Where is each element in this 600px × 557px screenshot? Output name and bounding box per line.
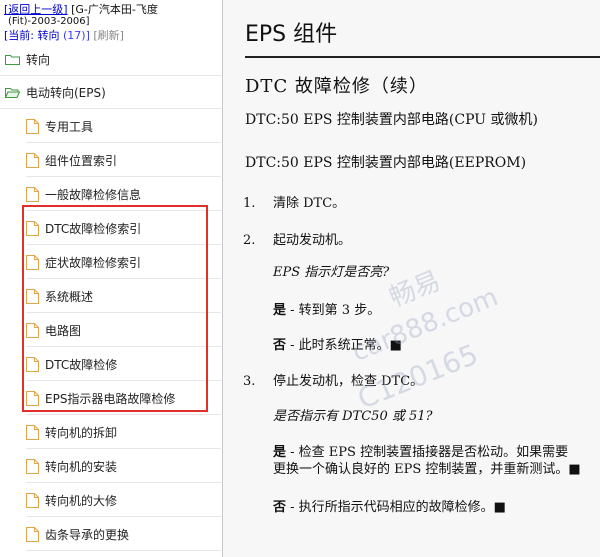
document-icon	[26, 118, 39, 134]
tree-item-label: 系统概述	[45, 289, 94, 304]
tree-item-label: DTC故障检修索引	[45, 221, 142, 236]
document-icon	[26, 492, 39, 508]
tree-item-system-overview[interactable]: 系统概述	[26, 280, 221, 313]
document-icon	[26, 152, 39, 168]
answer-yes-2-cont: 更换一个确认良好的 EPS 控制装置，并重新测试。■	[273, 462, 581, 477]
answer-yes-1: 是 - 转到第 3 步。	[273, 302, 380, 319]
step-text: 停止发动机，检查 DTC。	[273, 374, 424, 389]
current-label: [当前: 转向	[4, 29, 60, 42]
tree-folder-label: 电动转向(EPS)	[26, 85, 106, 100]
step-3: 3. 停止发动机，检查 DTC。	[243, 373, 423, 390]
document-icon	[26, 322, 39, 338]
dtc-heading-cpu: DTC:50 EPS 控制装置内部电路(CPU 或微机)	[245, 112, 538, 128]
tree-item-label: 专用工具	[45, 119, 94, 134]
tree-item-label: 转向机的大修	[45, 493, 118, 508]
tree-item-dtc-troubleshooting[interactable]: DTC故障检修	[26, 348, 221, 381]
tree-item-label: EPS指示器电路故障检修	[45, 391, 176, 406]
tree-item-dtc-index[interactable]: DTC故障检修索引	[26, 212, 221, 245]
back-link[interactable]: [返回上一级]	[4, 3, 68, 16]
step-2: 2. 起动发动机。	[243, 232, 351, 249]
answer-text: - 此时系统正常。■	[286, 338, 402, 353]
document-icon	[26, 356, 39, 372]
dtc-heading-eeprom: DTC:50 EPS 控制装置内部电路(EEPROM)	[245, 155, 527, 171]
tree-item-circuit-diagram[interactable]: 电路图	[26, 314, 221, 347]
folder-open-icon	[5, 87, 20, 98]
breadcrumb: [返回上一级] [G-广汽本田-飞度	[4, 3, 158, 16]
tree-item-label: 转向机的安装	[45, 459, 118, 474]
answer-text: - 转到第 3 步。	[286, 303, 381, 318]
document-icon	[26, 424, 39, 440]
watermark-brand: 畅易	[385, 266, 445, 314]
folder-icon	[5, 54, 20, 65]
current-location: [当前: 转向 (17)] [刷新]	[4, 29, 124, 42]
document-icon	[26, 220, 39, 236]
document-icon	[26, 458, 39, 474]
question-2: 是否指示有 DTC50 或 51?	[273, 409, 433, 424]
vehicle-label: [G-广汽本田-飞度	[71, 3, 158, 16]
tree-item-rack-guide-replacement[interactable]: 齿条导承的更换	[26, 518, 221, 551]
document-icon	[26, 254, 39, 270]
document-title: EPS 组件	[245, 22, 338, 47]
tree-item-gearbox-overhaul[interactable]: 转向机的大修	[26, 484, 221, 517]
section-title: DTC 故障检修（续）	[245, 76, 428, 97]
yes-label: 是	[273, 303, 287, 318]
tree-item-eps-indicator-circuit[interactable]: EPS指示器电路故障检修	[26, 382, 221, 415]
answer-no-1: 否 - 此时系统正常。■	[273, 337, 402, 354]
tree-item-label: 转向机的拆卸	[45, 425, 118, 440]
tree-item-component-location[interactable]: 组件位置索引	[26, 144, 221, 177]
tree-item-label: DTC故障检修	[45, 357, 118, 372]
title-divider	[245, 56, 600, 58]
question-1: EPS 指示灯是否亮?	[273, 265, 390, 280]
tree-item-label: 齿条导承的更换	[45, 527, 130, 542]
tree-item-general-troubleshooting[interactable]: 一般故障检修信息	[26, 178, 221, 211]
answer-yes-2: 是 - 检查 EPS 控制装置插接器是否松动。如果需要	[273, 444, 568, 461]
yes-label: 是	[273, 445, 287, 460]
answer-text: - 检查 EPS 控制装置插接器是否松动。如果需要	[286, 445, 569, 460]
document-icon	[26, 186, 39, 202]
tree-item-gearbox-install[interactable]: 转向机的安装	[26, 450, 221, 483]
document-icon	[26, 390, 39, 406]
tree-item-label: 电路图	[45, 323, 82, 338]
tree-pane: [返回上一级] [G-广汽本田-飞度 (Fit)-2003-2006] [当前:…	[0, 0, 223, 557]
document-pane: EPS 组件 DTC 故障检修（续） DTC:50 EPS 控制装置内部电路(C…	[223, 0, 600, 557]
tree-folder-steering[interactable]: 转向	[0, 43, 221, 76]
no-label: 否	[273, 338, 287, 353]
no-label: 否	[273, 500, 287, 515]
document-icon	[26, 288, 39, 304]
step-text: 清除 DTC。	[273, 196, 346, 211]
answer-no-2: 否 - 执行所指示代码相应的故障检修。■	[273, 499, 506, 516]
tree-item-symptom-index[interactable]: 症状故障检修索引	[26, 246, 221, 279]
tree-folder-eps[interactable]: 电动转向(EPS)	[0, 76, 221, 109]
tree-item-gearbox-removal[interactable]: 转向机的拆卸	[26, 416, 221, 449]
tree-folder-label: 转向	[26, 52, 51, 67]
watermark-site: car888.com	[348, 282, 503, 368]
refresh-link[interactable]: [刷新]	[93, 29, 124, 42]
vehicle-years: (Fit)-2003-2006]	[8, 16, 90, 27]
item-count: (17)]	[63, 29, 90, 42]
tree-item-label: 组件位置索引	[45, 153, 118, 168]
tree-item-label: 一般故障检修信息	[45, 187, 142, 202]
step-text: 起动发动机。	[273, 233, 352, 248]
tree-item-label: 症状故障检修索引	[45, 255, 142, 270]
step-number: 3.	[243, 374, 256, 389]
document-icon	[26, 526, 39, 542]
step-number: 1.	[243, 196, 256, 211]
step-1: 1. 清除 DTC。	[243, 195, 345, 212]
tree-item-special-tools[interactable]: 专用工具	[26, 110, 221, 143]
step-number: 2.	[243, 233, 256, 248]
answer-text: - 执行所指示代码相应的故障检修。■	[286, 500, 506, 515]
